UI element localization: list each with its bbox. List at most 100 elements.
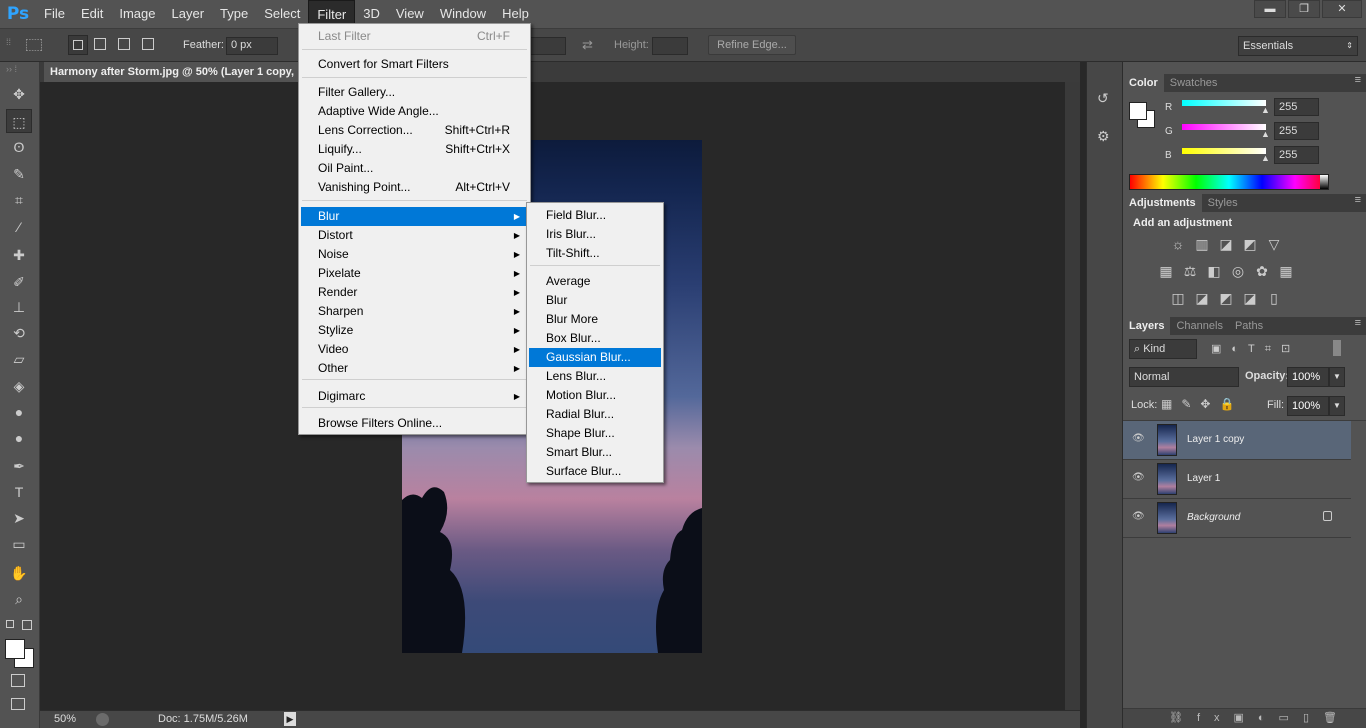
eraser-icon[interactable]: ▱ <box>6 347 32 371</box>
layer-thumbnail[interactable] <box>1157 424 1177 456</box>
black-white-icon[interactable]: ◧ <box>1205 262 1223 280</box>
blur-menu-item-lens-blur[interactable]: Lens Blur... <box>529 367 661 386</box>
gradient-map-icon[interactable]: ▯ <box>1265 289 1283 307</box>
layer-thumbnail[interactable] <box>1157 502 1177 534</box>
hand-icon[interactable]: ✋ <box>6 561 32 585</box>
tab-paths[interactable]: Paths <box>1229 317 1269 335</box>
blur-menu-item-tilt-shift[interactable]: Tilt-Shift... <box>529 244 661 263</box>
zoom-icon[interactable] <box>96 713 109 726</box>
filter-menu-item-noise[interactable]: Noise ▶ <box>301 245 528 264</box>
width-input[interactable] <box>530 37 566 55</box>
filter-menu-item-blur[interactable]: Blur ▶ <box>301 207 528 226</box>
invert-icon[interactable]: ◫ <box>1169 289 1187 307</box>
tab-layers[interactable]: Layers <box>1123 317 1171 335</box>
tab-adjustments[interactable]: Adjustments <box>1123 194 1202 212</box>
blur-menu-item-iris-blur[interactable]: Iris Blur... <box>529 225 661 244</box>
filter-menu-item-adaptive-wide-angle[interactable]: Adaptive Wide Angle... <box>301 102 528 121</box>
blur-menu-item-field-blur[interactable]: Field Blur... <box>529 206 661 225</box>
filter-menu-item-lens-correction[interactable]: Lens Correction... Shift+Ctrl+R <box>301 121 528 140</box>
filter-toggle-switch[interactable] <box>1333 340 1341 356</box>
feather-input[interactable]: 0 px <box>226 37 278 55</box>
layer-filter-icons[interactable]: ▣◐T⌗⊡ <box>1211 342 1300 356</box>
photo-filter-icon[interactable]: ◎ <box>1229 262 1247 280</box>
filter-menu-item-convert-for-smart-filters[interactable]: Convert for Smart Filters <box>301 55 528 74</box>
filter-menu-item-liquify[interactable]: Liquify... Shift+Ctrl+X <box>301 140 528 159</box>
color-channel-slider[interactable] <box>1182 100 1266 106</box>
layer-name[interactable]: Background <box>1187 512 1240 523</box>
layer-row[interactable]: 👁 Layer 1 copy <box>1123 421 1351 460</box>
height-input[interactable] <box>652 37 688 55</box>
type-icon[interactable]: T <box>6 480 32 504</box>
lock-icons[interactable]: ▦✎✥🔒 <box>1161 397 1243 411</box>
restore-button[interactable]: ❐ <box>1288 0 1320 18</box>
marquee-preset-icon[interactable] <box>26 38 42 52</box>
document-tab[interactable]: Harmony after Storm.jpg @ 50% (Layer 1 c… <box>44 62 306 82</box>
filter-menu-item-last-filter[interactable]: Last Filter Ctrl+F <box>301 27 528 46</box>
selective-color-icon[interactable]: ◪ <box>1241 289 1259 307</box>
layer-row[interactable]: 👁 Layer 1 <box>1123 460 1351 499</box>
zoom-icon[interactable]: ⌕ <box>6 587 32 611</box>
opacity-input[interactable]: 100% <box>1287 367 1329 387</box>
opacity-dropdown-icon[interactable]: ▼ <box>1329 367 1345 387</box>
blur-menu-item-blur-more[interactable]: Blur More <box>529 310 661 329</box>
filter-menu-item-distort[interactable]: Distort ▶ <box>301 226 528 245</box>
blur-menu-item-shape-blur[interactable]: Shape Blur... <box>529 424 661 443</box>
rectangular-marquee-icon[interactable]: ⬚ <box>6 109 32 133</box>
hue-saturation-icon[interactable]: ▦ <box>1157 262 1175 280</box>
move-tool-icon[interactable]: ✥ <box>6 82 32 106</box>
color-lookup-icon[interactable]: ▦ <box>1277 262 1295 280</box>
add-selection-icon[interactable] <box>94 38 106 50</box>
path-selection-icon[interactable]: ➤ <box>6 506 32 530</box>
slider-thumb-icon[interactable]: ▲ <box>1261 153 1270 163</box>
color-spectrum-ramp[interactable] <box>1129 174 1329 190</box>
menu-type[interactable]: Type <box>212 0 256 28</box>
tab-channels[interactable]: Channels <box>1170 317 1228 335</box>
tab-color[interactable]: Color <box>1123 74 1164 92</box>
layer-thumbnail[interactable] <box>1157 463 1177 495</box>
subtract-selection-icon[interactable] <box>118 38 130 50</box>
quick-mask-icon[interactable] <box>11 674 25 687</box>
brush-icon[interactable]: ✐ <box>6 270 32 294</box>
filter-menu-item-browse-filters-online[interactable]: Browse Filters Online... <box>301 414 528 433</box>
quick-selection-icon[interactable]: ✎ <box>6 162 32 186</box>
menu-image[interactable]: Image <box>111 0 163 28</box>
tab-styles[interactable]: Styles <box>1202 194 1244 212</box>
blur-menu-item-average[interactable]: Average <box>529 272 661 291</box>
visibility-eye-icon[interactable]: 👁 <box>1132 472 1145 483</box>
close-button[interactable]: ✕ <box>1322 0 1362 18</box>
menu-layer[interactable]: Layer <box>164 0 213 28</box>
layer-actions-bar[interactable]: ⛓fx▣◐▭▯🗑 <box>1123 708 1366 728</box>
lasso-icon[interactable]: ʘ <box>6 135 32 159</box>
slider-thumb-icon[interactable]: ▲ <box>1261 129 1270 139</box>
panel-menu-icon[interactable]: ≡ <box>1355 74 1361 86</box>
vibrance-icon[interactable]: ▽ <box>1265 235 1283 253</box>
paint-bucket-icon[interactable]: ◈ <box>6 374 32 398</box>
color-channel-slider[interactable] <box>1182 148 1266 154</box>
screen-mode-icon[interactable] <box>11 698 25 710</box>
panel-menu-icon[interactable]: ≡ <box>1355 194 1361 206</box>
filter-menu-item-render[interactable]: Render ▶ <box>301 283 528 302</box>
filter-menu-item-oil-paint[interactable]: Oil Paint... <box>301 159 528 178</box>
eyedropper-icon[interactable]: ⁄ <box>6 215 32 239</box>
fill-input[interactable]: 100% <box>1287 396 1329 416</box>
foreground-color-swatch[interactable] <box>1129 102 1147 120</box>
color-channel-value[interactable]: 255 <box>1274 122 1319 140</box>
blur-menu-item-gaussian-blur[interactable]: Gaussian Blur... <box>529 348 661 367</box>
blur-menu-item-smart-blur[interactable]: Smart Blur... <box>529 443 661 462</box>
color-channel-slider[interactable] <box>1182 124 1266 130</box>
color-channel-value[interactable]: 255 <box>1274 146 1319 164</box>
vertical-scrollbar[interactable] <box>1065 82 1080 710</box>
exposure-icon[interactable]: ◩ <box>1241 235 1259 253</box>
zoom-level[interactable]: 50% <box>54 713 76 725</box>
refine-edge-button[interactable]: Refine Edge... <box>708 35 796 55</box>
toolbar-collapse-icon[interactable]: ›› ⁞ <box>6 64 17 74</box>
new-selection-icon[interactable] <box>68 35 88 55</box>
brightness-icon[interactable]: ☼ <box>1169 235 1187 253</box>
blend-mode-select[interactable]: Normal <box>1129 367 1239 387</box>
levels-icon[interactable]: ▥ <box>1193 235 1211 253</box>
filter-menu-item-sharpen[interactable]: Sharpen ▶ <box>301 302 528 321</box>
rectangle-shape-icon[interactable]: ▭ <box>6 532 32 556</box>
workspace-select[interactable]: Essentials ⇕ <box>1238 36 1358 56</box>
layer-name[interactable]: Layer 1 copy <box>1187 434 1244 445</box>
filter-menu-item-other[interactable]: Other ▶ <box>301 359 528 378</box>
